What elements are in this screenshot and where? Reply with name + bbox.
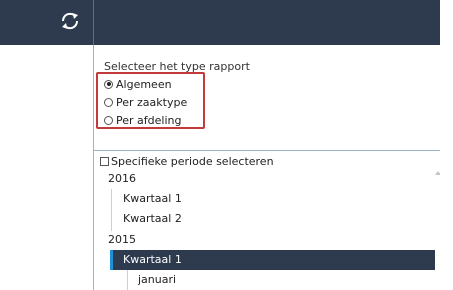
radio-button[interactable] bbox=[104, 79, 113, 89]
tree-item-year[interactable]: 2015 bbox=[108, 230, 136, 250]
tree-item-month[interactable]: januari bbox=[138, 270, 176, 290]
tree-item-quarter[interactable]: Kwartaal 1 bbox=[123, 189, 182, 209]
radio-button[interactable] bbox=[104, 115, 113, 125]
right-margin bbox=[440, 45, 453, 290]
checkbox-label: Specifieke periode selecteren bbox=[111, 154, 274, 168]
radio-label: Algemeen bbox=[116, 77, 172, 91]
refresh-icon[interactable] bbox=[58, 9, 82, 33]
tree-item-year[interactable]: 2016 bbox=[108, 169, 136, 189]
toolbar-divider bbox=[93, 0, 94, 45]
radio-button[interactable] bbox=[104, 97, 113, 107]
section-divider bbox=[94, 150, 440, 151]
tree-scrollbar[interactable] bbox=[433, 168, 440, 290]
radio-label: Per afdeling bbox=[116, 113, 182, 127]
radio-label: Per zaaktype bbox=[116, 95, 188, 109]
tree-selection-accent bbox=[110, 250, 113, 270]
tree-guide-line bbox=[111, 189, 112, 231]
tree-item-quarter-selected[interactable]: Kwartaal 1 bbox=[123, 250, 182, 270]
tree-item-quarter[interactable]: Kwartaal 2 bbox=[123, 209, 182, 229]
specific-period-checkbox[interactable] bbox=[100, 156, 109, 166]
specific-period-checkbox-row[interactable]: Specifieke periode selecteren bbox=[100, 154, 274, 168]
tree-guide-line bbox=[127, 270, 128, 290]
right-margin bbox=[440, 0, 453, 45]
radio-per-afdeling[interactable]: Per afdeling bbox=[104, 112, 181, 128]
radio-per-zaaktype[interactable]: Per zaaktype bbox=[104, 94, 187, 110]
radio-algemeen[interactable]: Algemeen bbox=[104, 76, 172, 92]
